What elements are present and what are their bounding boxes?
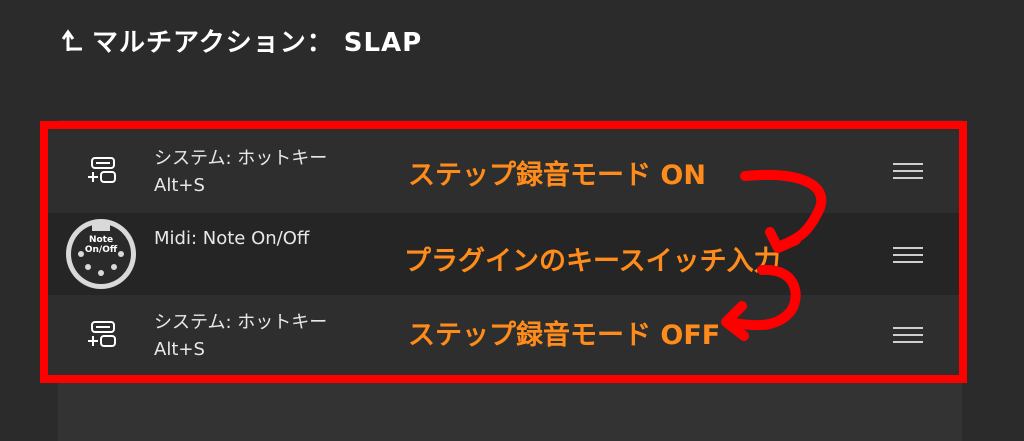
action-row-hotkey-off[interactable]: システム: ホットキー Alt+S ステップ録音モード OFF (48, 295, 959, 375)
action-description: Midi: Note On/Off (154, 225, 309, 252)
midi-icon-label-top: Note (89, 235, 113, 245)
action-type: システム: ホットキー (154, 312, 328, 333)
hotkey-icon (78, 151, 128, 191)
page-title: マルチアクション： SLAP (92, 28, 423, 58)
drag-handle-icon[interactable] (893, 161, 923, 181)
action-description: システム: ホットキー Alt+S (154, 145, 327, 199)
annotation-label: ステップ録音モード ON (408, 160, 706, 191)
annotation-label: プラグインのキースイッチ入力 (404, 246, 781, 277)
drag-handle-icon[interactable] (893, 325, 923, 345)
back-arrow-icon[interactable] (60, 26, 86, 56)
hotkey-icon (78, 315, 128, 355)
annotation-label: ステップ録音モード OFF (408, 320, 721, 351)
midi-icon-label-bottom: On/Off (85, 245, 118, 255)
action-type: Midi: Note On/Off (154, 228, 310, 249)
action-detail: Alt+S (154, 175, 205, 196)
action-description: システム: ホットキー Alt+S (154, 309, 327, 363)
midi-note-icon: Note On/Off (64, 217, 138, 291)
action-list: システム: ホットキー Alt+S ステップ録音モード ON Note On/O… (40, 121, 967, 383)
action-type: システム: ホットキー (154, 148, 328, 169)
action-detail: Alt+S (154, 339, 205, 360)
drag-handle-icon[interactable] (893, 245, 923, 265)
page-header: マルチアクション： SLAP (60, 22, 422, 59)
action-row-hotkey-on[interactable]: システム: ホットキー Alt+S ステップ録音モード ON (48, 131, 959, 213)
action-row-midi[interactable]: Note On/Off Midi: Note On/Off プラグインのキースイ… (48, 213, 959, 295)
